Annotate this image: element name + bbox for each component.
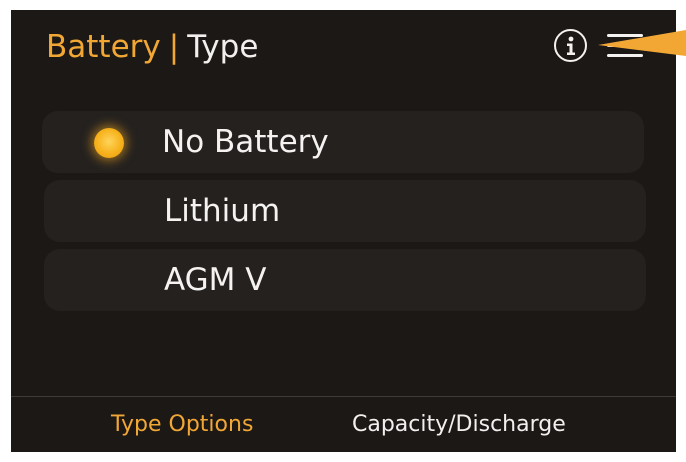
tab-type-options[interactable]: Type Options [111, 397, 253, 452]
title-section: Battery [46, 29, 161, 65]
option-label: No Battery [162, 124, 329, 160]
option-no-battery[interactable]: No Battery [42, 111, 644, 173]
callout-pointer-icon [598, 30, 686, 56]
info-button[interactable] [554, 29, 587, 62]
selected-radio-icon [94, 128, 124, 158]
option-lithium[interactable]: Lithium [44, 180, 646, 242]
header: Battery | Type [11, 10, 676, 82]
option-label: Lithium [164, 193, 281, 229]
battery-type-screen: Battery | Type No Battery Lithium AGM V Ty… [11, 10, 676, 452]
page-title: Battery | Type [46, 27, 258, 67]
option-agm-v[interactable]: AGM V [44, 249, 646, 311]
title-subsection: Type [187, 29, 259, 65]
option-label: AGM V [164, 262, 267, 298]
bottom-tab-bar: Type Options Capacity/Discharge [11, 396, 676, 452]
tab-capacity-discharge[interactable]: Capacity/Discharge [352, 397, 566, 452]
info-icon [566, 36, 575, 55]
title-separator: | [168, 29, 180, 65]
